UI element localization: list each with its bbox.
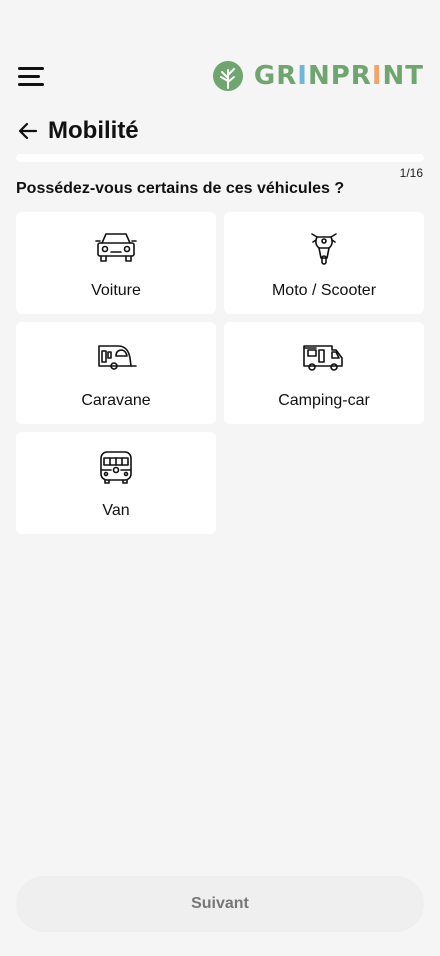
option-card-camping-car[interactable]: Camping-car (224, 322, 424, 424)
option-card-moto-scooter[interactable]: Moto / Scooter (224, 212, 424, 314)
option-label: Voiture (91, 282, 141, 299)
arrow-left-icon[interactable] (16, 119, 40, 143)
option-label: Van (102, 502, 130, 519)
camper-icon (303, 345, 343, 371)
option-card-voiture[interactable]: Voiture (16, 212, 216, 314)
tree-logo-icon (212, 61, 243, 91)
option-label: Moto / Scooter (271, 282, 377, 299)
van-icon (100, 451, 132, 484)
motorcycle-icon (311, 233, 337, 265)
page-title: Mobilité (48, 117, 139, 144)
option-card-van[interactable]: Van (16, 432, 216, 534)
caravan-icon (98, 345, 137, 370)
next-button[interactable]: Suivant (16, 876, 424, 932)
option-label: Caravane (81, 392, 151, 409)
grinprint-logo: GRINPRINT (212, 59, 424, 93)
logo-text: GRINPRINT (253, 61, 424, 91)
hamburger-menu-icon[interactable] (18, 64, 46, 88)
progress-bar (16, 154, 424, 162)
title-row: Mobilité (16, 114, 139, 148)
option-card-caravane[interactable]: Caravane (16, 322, 216, 424)
option-label: Camping-car (278, 392, 370, 409)
progress-count: 1/16 (399, 166, 423, 180)
question-text: Possédez-vous certains de ces véhicules … (16, 180, 345, 197)
car-icon (95, 233, 137, 262)
top-bar: GRINPRINT (0, 56, 440, 96)
